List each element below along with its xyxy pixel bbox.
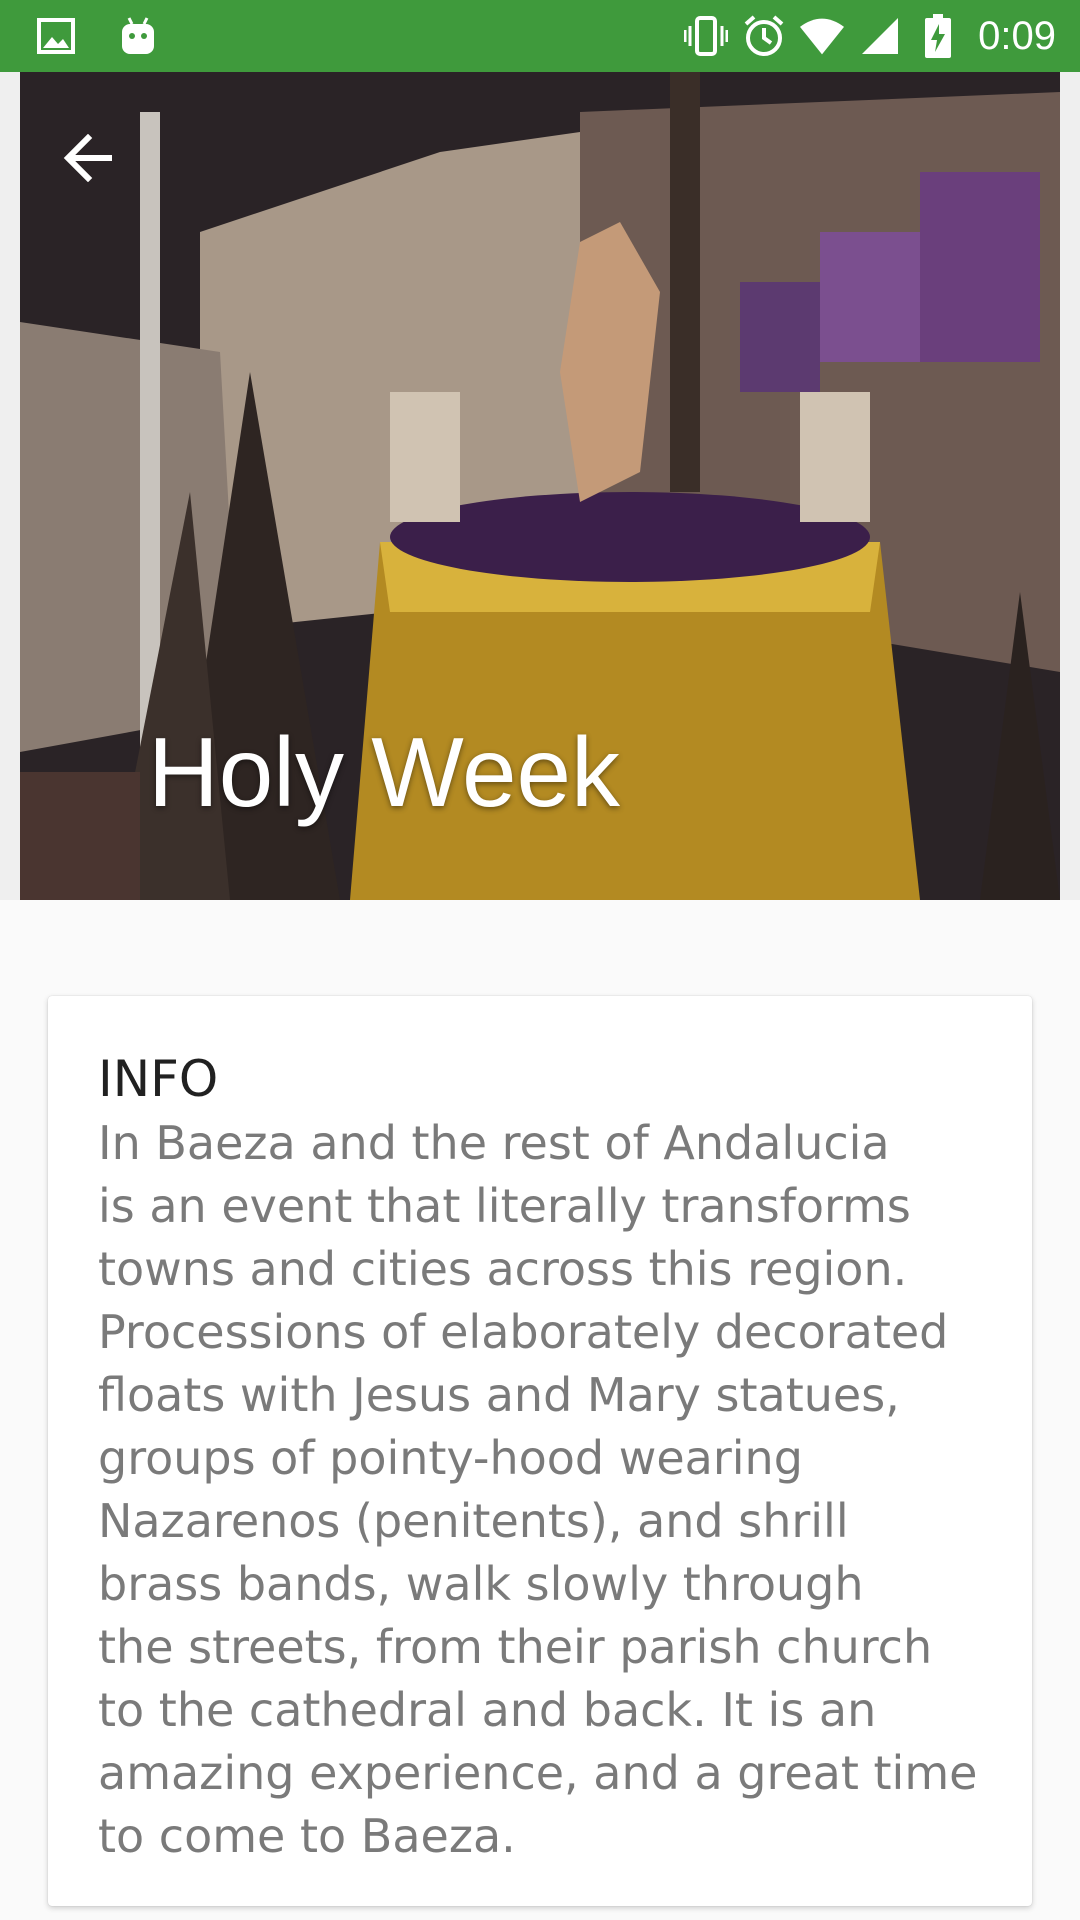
status-time: 0:09	[978, 14, 1056, 58]
android-icon	[116, 14, 160, 58]
status-bar: 0:09	[0, 0, 1080, 72]
info-card: INFO In Baeza and the rest of Andalucia …	[48, 996, 1032, 1906]
info-card-body: In Baeza and the rest of Andalucia is an…	[98, 1116, 978, 1863]
status-bar-left	[34, 14, 160, 58]
image-icon	[34, 14, 78, 58]
alarm-icon	[742, 14, 786, 58]
battery-charging-icon	[916, 14, 960, 58]
wifi-icon	[800, 14, 845, 58]
status-bar-right: 0:09	[684, 10, 1056, 62]
back-button[interactable]	[48, 120, 128, 200]
signal-icon	[858, 14, 902, 58]
arrow-left-icon	[62, 133, 114, 186]
hero-header: Holy Week	[0, 72, 1080, 900]
vibrate-icon	[684, 14, 729, 58]
info-card-heading: INFO	[98, 1050, 219, 1108]
page-title: Holy Week	[148, 717, 621, 827]
